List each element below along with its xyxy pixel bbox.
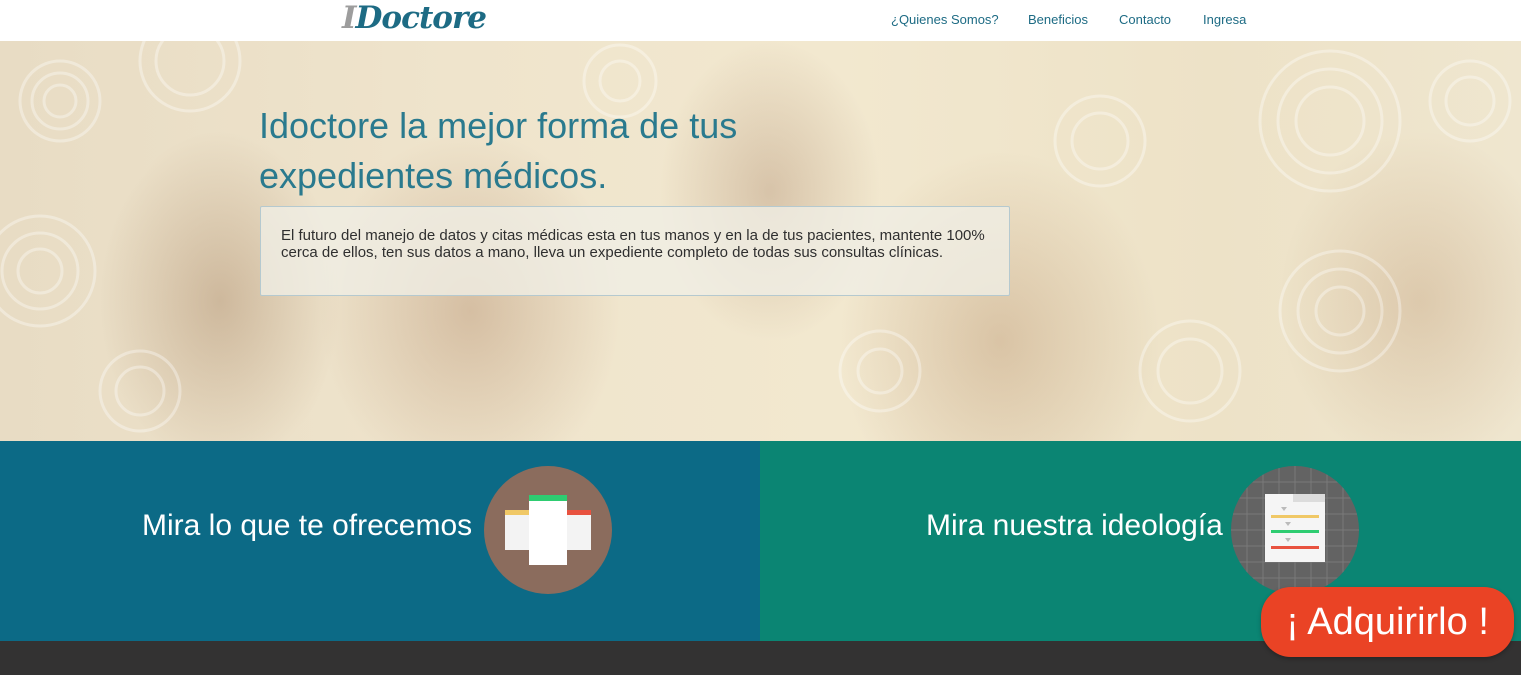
document-list-icon[interactable] bbox=[1231, 466, 1359, 594]
nav-link-quienes-somos[interactable]: ¿Quienes Somos? bbox=[891, 11, 1028, 29]
hero-title: Idoctore la mejor forma de tus expediente… bbox=[259, 105, 738, 196]
hero-section: Idoctore la mejor forma de tus expediente… bbox=[0, 41, 1521, 441]
offer-panel[interactable]: Mira lo que te ofrecemos bbox=[0, 441, 760, 641]
ideology-panel-title[interactable]: Mira nuestra ideología bbox=[926, 509, 1223, 543]
top-navbar: IDoctore ¿Quienes Somos? Beneficios Cont… bbox=[0, 0, 1521, 41]
offer-panel-title[interactable]: Mira lo que te ofrecemos bbox=[142, 509, 472, 543]
main-nav: ¿Quienes Somos? Beneficios Contacto Ingr… bbox=[891, 11, 1253, 29]
site-logo[interactable]: IDoctore bbox=[342, 0, 487, 36]
hero-description: El futuro del manejo de datos y citas mé… bbox=[281, 227, 985, 261]
nav-link-beneficios[interactable]: Beneficios bbox=[1028, 11, 1119, 29]
nav-link-contacto[interactable]: Contacto bbox=[1119, 11, 1203, 29]
cards-icon[interactable] bbox=[484, 466, 612, 594]
nav-link-ingresa[interactable]: Ingresa bbox=[1203, 11, 1253, 29]
buy-button[interactable]: ¡ Adquirirlo ! bbox=[1261, 587, 1514, 657]
hero-description-box: El futuro del manejo de datos y citas mé… bbox=[260, 206, 1010, 296]
